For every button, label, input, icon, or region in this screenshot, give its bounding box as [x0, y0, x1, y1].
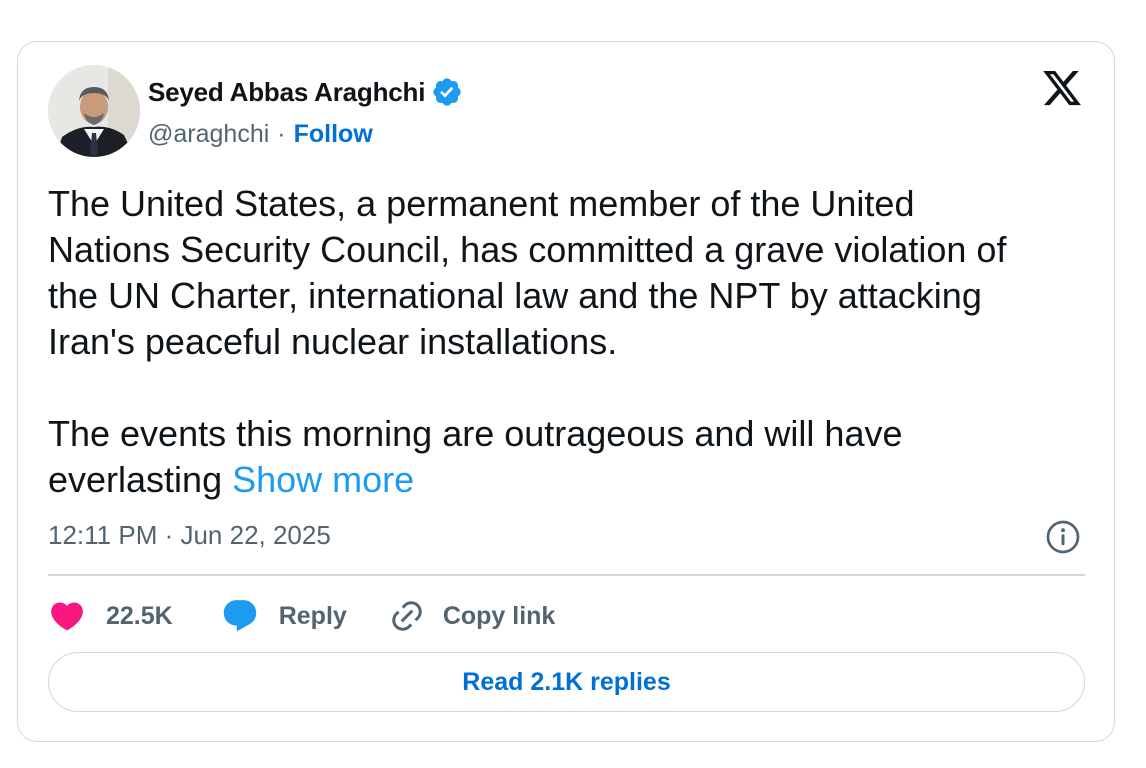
link-icon [392, 601, 422, 631]
tweet-line-text: everlasting [48, 459, 233, 500]
reply-label: Reply [278, 601, 347, 630]
verified-badge-icon [433, 78, 461, 106]
reply-button[interactable]: Reply [221, 597, 347, 635]
info-icon[interactable] [1045, 519, 1081, 555]
copy-link-label: Copy link [442, 601, 556, 630]
x-logo-icon[interactable] [1040, 67, 1084, 109]
author-name[interactable]: Seyed Abbas Araghchi [148, 77, 425, 108]
tweet-line: Nations Security Council, has committed … [48, 229, 1007, 270]
avatar-photo [48, 65, 140, 157]
author-handle-row: @araghchi · Follow [148, 116, 373, 152]
show-more-link[interactable]: Show more [232, 459, 414, 500]
tweet-line: The events this morning are outrageous a… [48, 413, 903, 454]
tweet-line-last: everlasting Show more [48, 457, 1088, 503]
separator-dot: · [277, 119, 286, 148]
author-name-row: Seyed Abbas Araghchi [148, 74, 463, 110]
author-handle[interactable]: @araghchi [148, 120, 269, 149]
read-replies-label: Read 2.1K replies [462, 667, 671, 696]
action-bar: 22.5K Reply Copy link [48, 594, 555, 638]
copy-link-button[interactable]: Copy link [389, 598, 556, 634]
author-avatar[interactable] [48, 65, 140, 157]
speech-bubble-icon [223, 600, 256, 632]
action-divider [48, 574, 1085, 576]
like-button[interactable]: 22.5K [48, 597, 173, 635]
tweet-line: the UN Charter, international law and th… [48, 275, 982, 316]
tweet-text: The United States, a permanent member of… [48, 181, 1088, 503]
tweet-line: Iran's peaceful nuclear installations. [48, 321, 618, 362]
follow-link[interactable]: Follow [294, 120, 373, 149]
tweet-timestamp[interactable]: 12:11 PM · Jun 22, 2025 [48, 520, 331, 551]
heart-icon [51, 602, 83, 631]
like-count: 22.5K [106, 601, 173, 630]
read-replies-button[interactable]: Read 2.1K replies [48, 652, 1085, 712]
tweet-line: The United States, a permanent member of… [48, 183, 915, 224]
